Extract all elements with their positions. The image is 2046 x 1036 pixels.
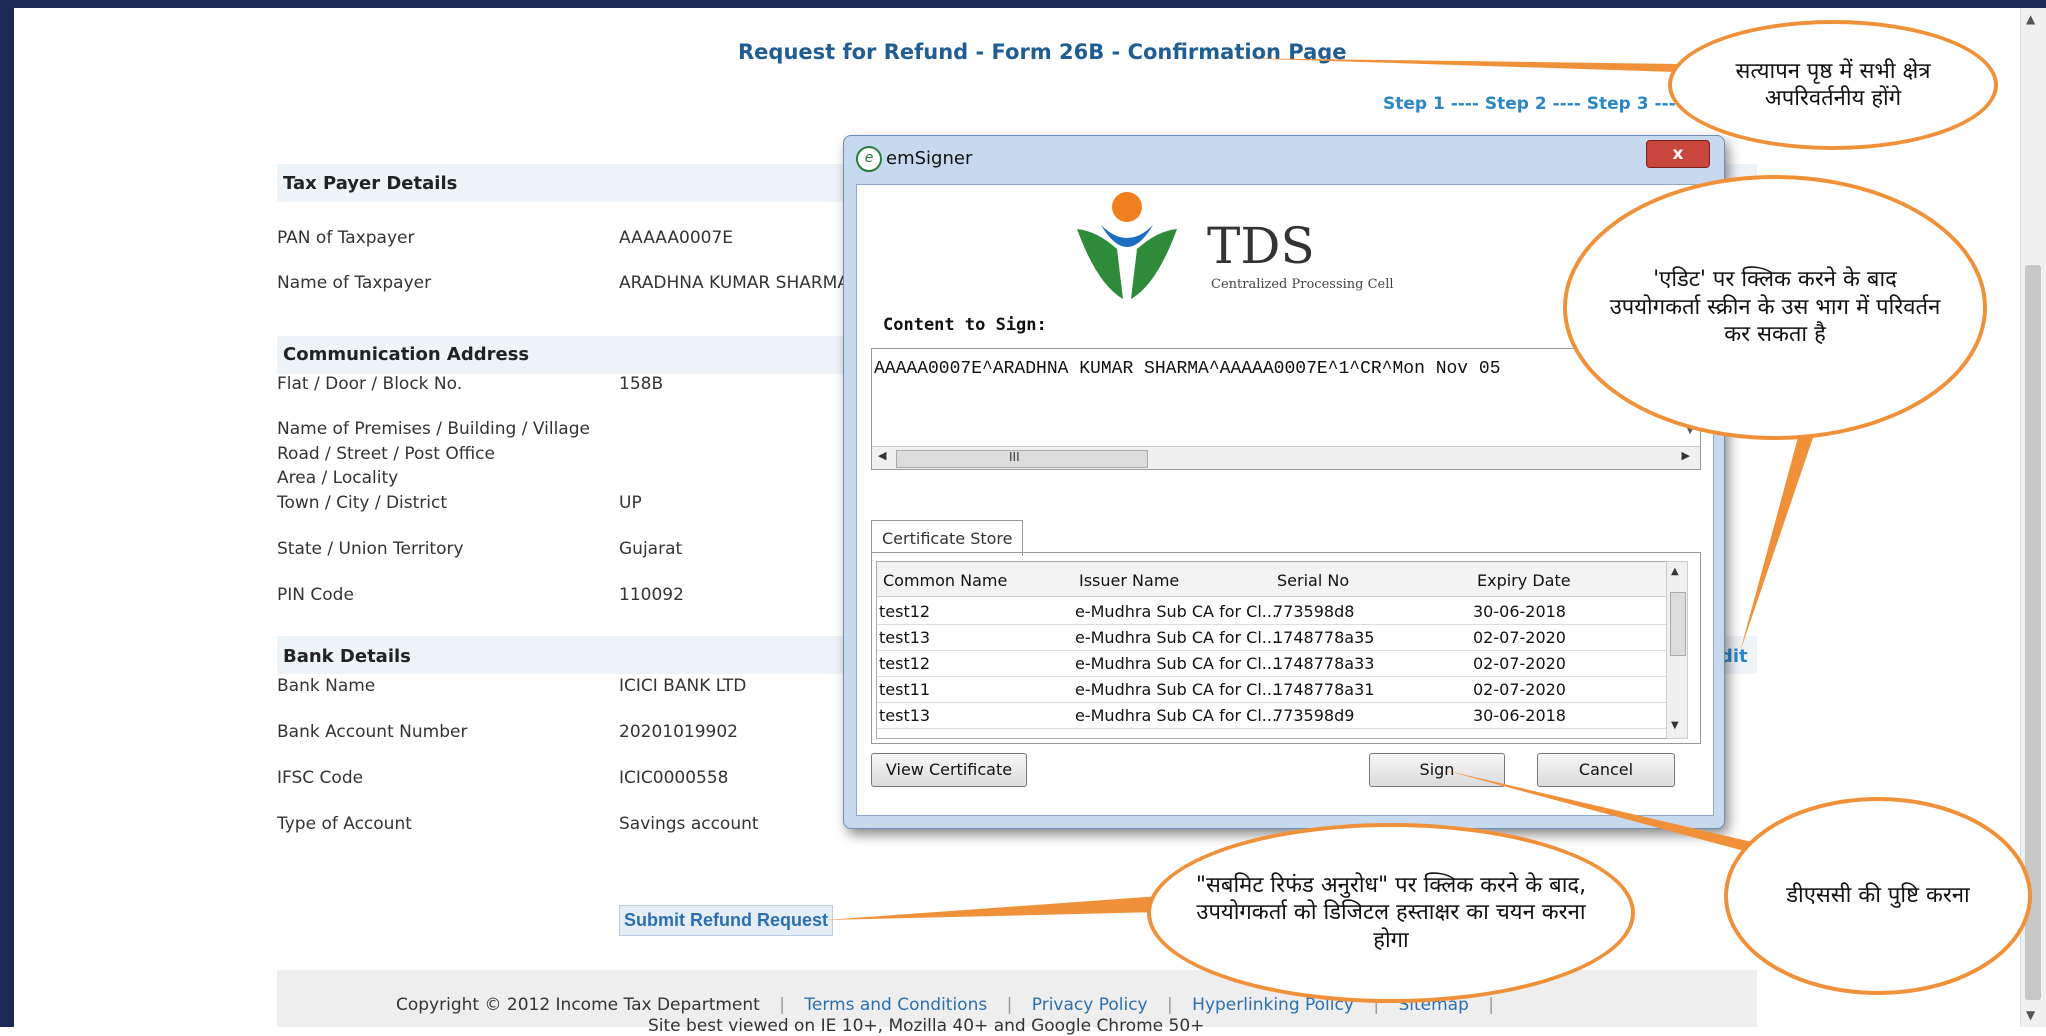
- callout-edit-info: 'एडिट' पर क्लिक करने के बाद उपयोगकर्ता स…: [1563, 175, 1987, 440]
- submit-callout-pointer: [825, 896, 1162, 920]
- callout-dsc-confirm: डीएससी की पुष्टि करना: [1724, 797, 2032, 995]
- callout-submit-info: "सबमिट रिफंड अनुरोध" पर क्लिक करने के बा…: [1147, 823, 1635, 1003]
- top-callout-pointer: [1235, 58, 1680, 72]
- callout-readonly-fields: सत्यापन पृष्ठ में सभी क्षेत्र अपरिवर्तनी…: [1668, 20, 1998, 150]
- edit-callout-pointer: [1740, 430, 1815, 652]
